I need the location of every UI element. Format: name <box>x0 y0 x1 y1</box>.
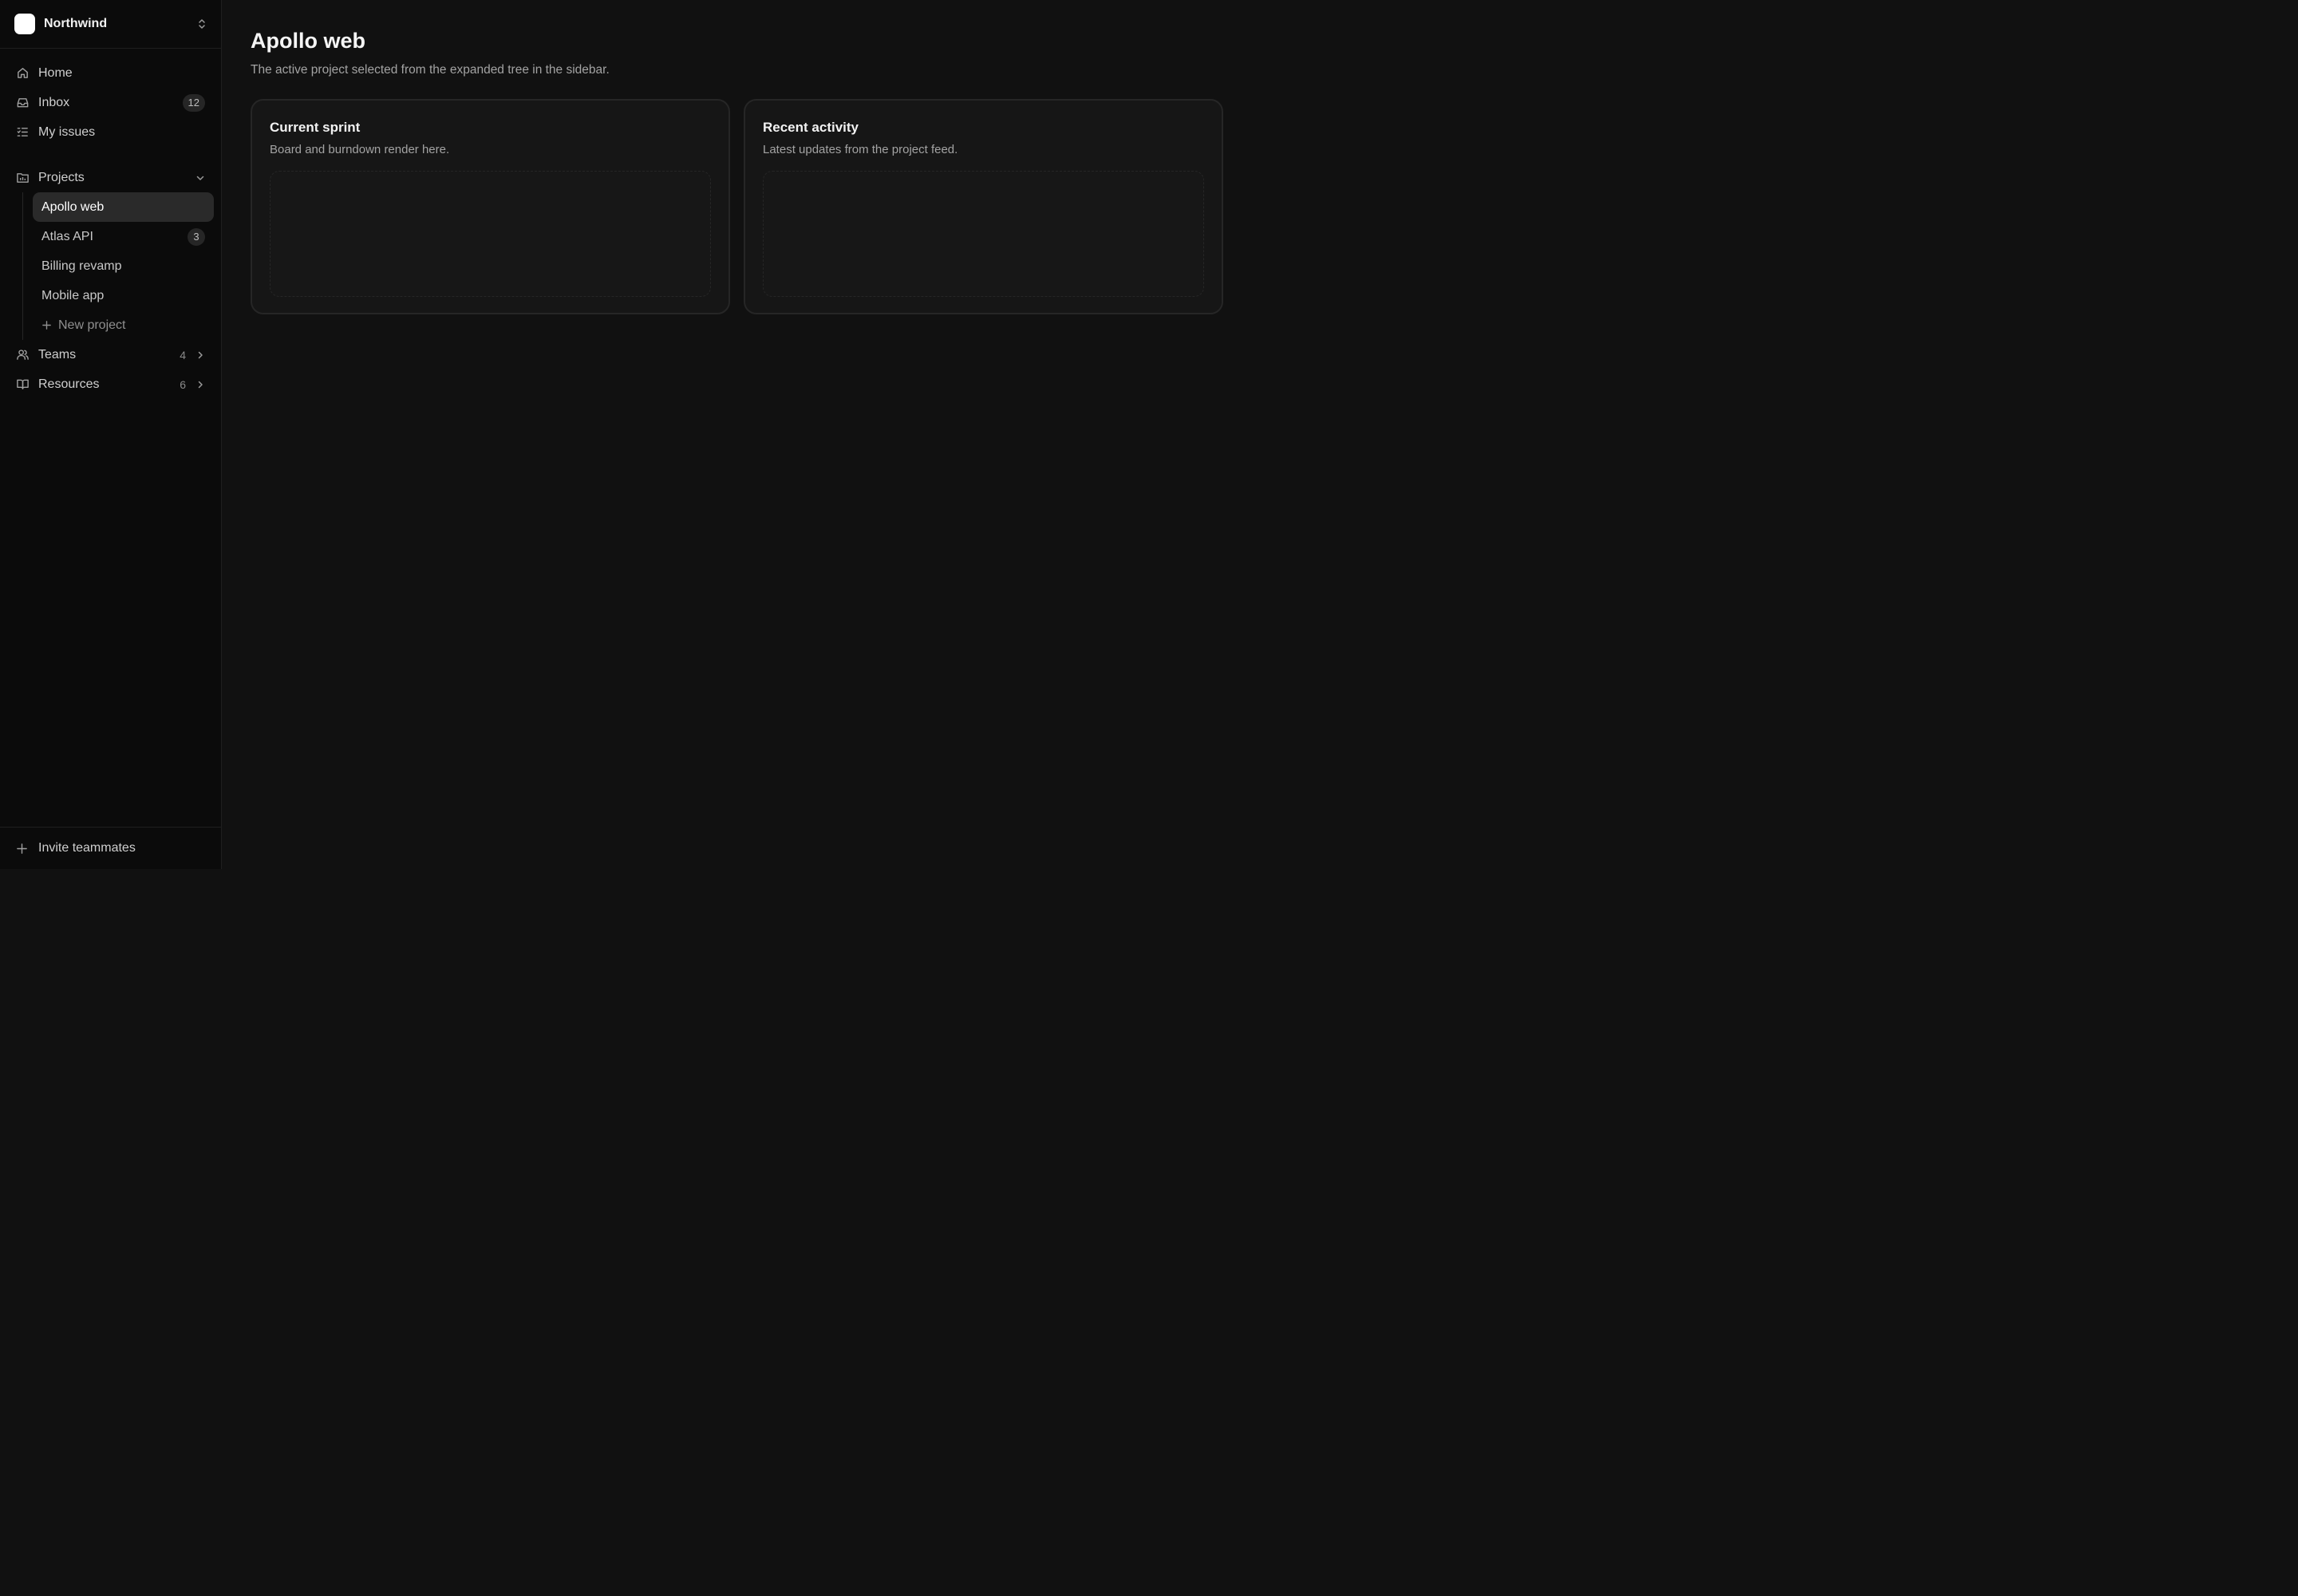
page-title: Apollo web <box>251 29 365 53</box>
plus-icon <box>17 843 27 854</box>
invite-teammates-label: Invite teammates <box>38 841 136 855</box>
chevron-up-down-icon <box>199 19 205 29</box>
card-placeholder <box>270 171 711 297</box>
sidebar-item-teams[interactable]: Teams 4 <box>0 340 221 369</box>
page-subtitle: The active project selected from the exp… <box>251 63 610 77</box>
sidebar-item-label: Inbox <box>38 95 70 109</box>
sidebar-item-label: Teams <box>38 347 77 361</box>
current-sprint-card: Current sprint Board and burndown render… <box>251 99 730 314</box>
chevron-right-icon <box>198 351 203 358</box>
new-project-button[interactable]: New project <box>33 310 214 340</box>
sidebar-item-inbox[interactable]: Inbox 12 <box>0 88 221 117</box>
sidebar-item-label: My issues <box>38 124 96 139</box>
workspace-logo <box>14 14 35 34</box>
project-label: Billing revamp <box>41 259 122 273</box>
chevron-right-icon <box>198 381 203 388</box>
inbox-count-badge: 12 <box>182 93 205 112</box>
folder-chart-icon <box>17 173 29 183</box>
project-label: Mobile app <box>41 288 105 302</box>
project-count-badge: 3 <box>188 227 205 246</box>
book-icon <box>17 379 29 389</box>
recent-activity-card: Recent activity Latest updates from the … <box>744 99 1223 314</box>
users-icon <box>17 350 29 360</box>
card-placeholder <box>763 171 1204 297</box>
card-subtitle: Latest updates from the project feed. <box>763 143 958 156</box>
card-subtitle: Board and burndown render here. <box>270 143 450 156</box>
sidebar-item-resources[interactable]: Resources 6 <box>0 369 221 399</box>
project-label: Atlas API <box>41 229 93 243</box>
project-item-atlas-api[interactable]: Atlas API 3 <box>33 222 214 251</box>
invite-teammates-button[interactable]: Invite teammates <box>0 827 221 869</box>
workspace-name: Northwind <box>44 17 108 30</box>
sidebar: Northwind Home Inbox 12 My issues Projec… <box>0 0 222 869</box>
sidebar-item-label: Projects <box>38 170 85 184</box>
new-project-label: New project <box>58 318 126 332</box>
resources-count: 6 <box>180 377 186 391</box>
project-item-apollo-web[interactable]: Apollo web <box>33 192 214 222</box>
sidebar-item-projects[interactable]: Projects <box>0 163 221 192</box>
project-label: Apollo web <box>41 200 105 214</box>
inbox-icon <box>17 98 29 108</box>
home-icon <box>18 68 28 78</box>
app-shell: Northwind Home Inbox 12 My issues Projec… <box>0 0 1251 869</box>
project-item-mobile-app[interactable]: Mobile app <box>33 281 214 310</box>
card-title: Current sprint <box>270 120 361 135</box>
plus-icon <box>42 321 51 330</box>
sidebar-item-my-issues[interactable]: My issues <box>0 117 221 147</box>
teams-count: 4 <box>180 348 186 361</box>
projects-tree: Apollo web Atlas API 3 Billing revamp Mo… <box>22 192 221 340</box>
card-title: Recent activity <box>763 120 859 135</box>
checklist-icon <box>17 128 28 136</box>
main-content: Apollo web The active project selected f… <box>222 0 1251 869</box>
sidebar-item-home[interactable]: Home <box>0 58 221 88</box>
sidebar-nav: Home Inbox 12 My issues Projects Apollo … <box>0 49 221 399</box>
sidebar-item-label: Home <box>38 65 73 80</box>
card-grid: Current sprint Board and burndown render… <box>251 99 1224 314</box>
project-item-billing-revamp[interactable]: Billing revamp <box>33 251 214 281</box>
workspace-switcher[interactable]: Northwind <box>0 0 221 49</box>
sidebar-item-label: Resources <box>38 377 100 391</box>
chevron-down-icon <box>196 176 204 180</box>
